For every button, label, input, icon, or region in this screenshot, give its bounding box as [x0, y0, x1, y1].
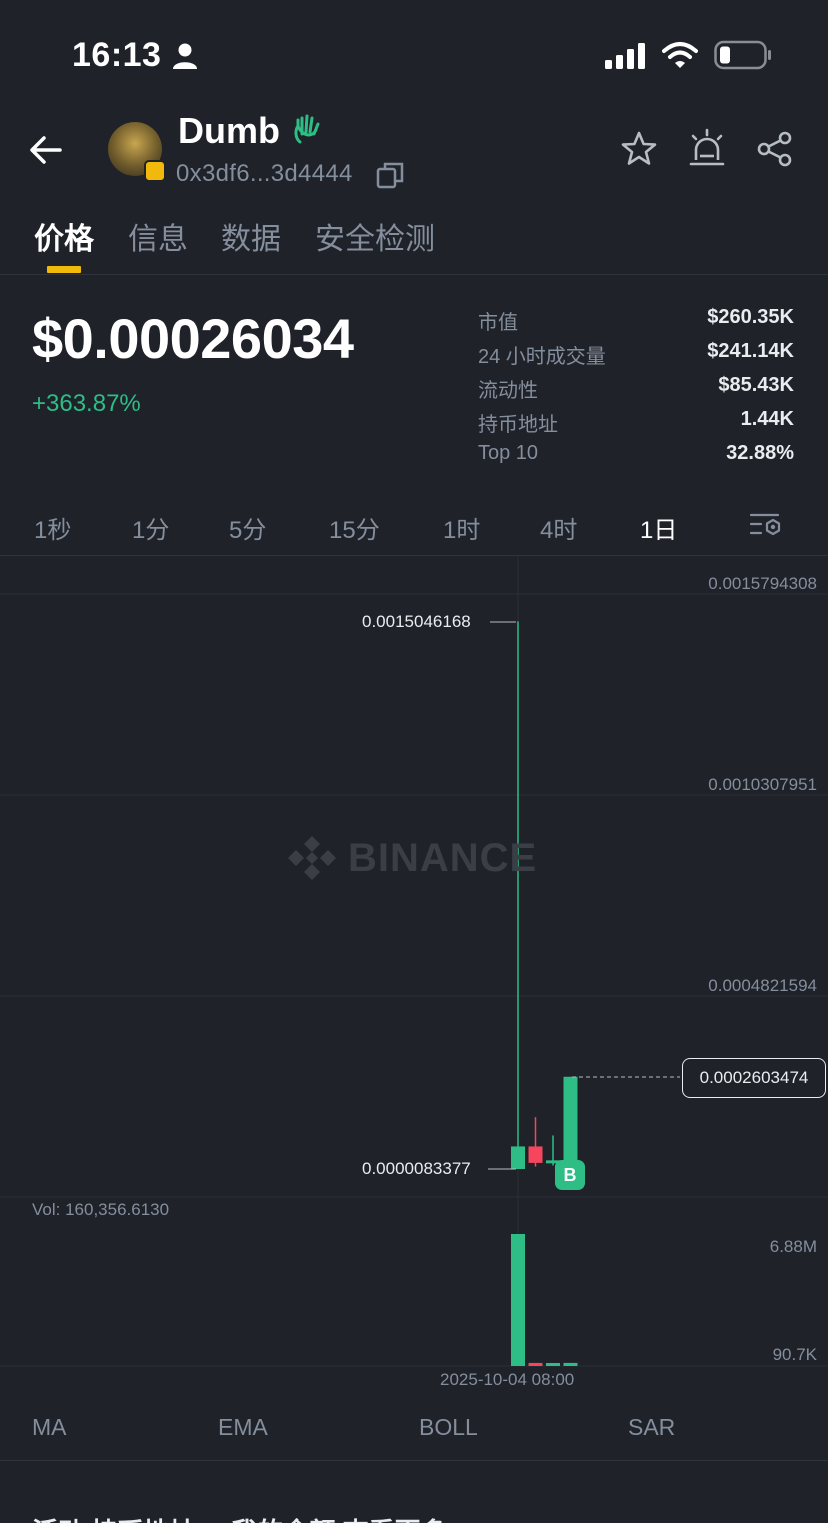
interval-1h[interactable]: 1时 — [443, 510, 480, 545]
x-axis-date: 2025-10-04 08:00 — [440, 1370, 575, 1389]
active-tab-indicator — [47, 266, 81, 273]
volume-label: Vol: 160,356.6130 — [32, 1200, 170, 1219]
candle-body[interactable] — [563, 1076, 578, 1161]
candles-layer — [511, 621, 578, 1169]
chain-badge-icon — [144, 160, 166, 182]
y-tick-1: 0.0015794308 — [708, 574, 817, 593]
stat-label-holders: 持币地址 — [478, 414, 558, 436]
signal-icon — [605, 43, 645, 69]
stat-label-top10: Top 10 — [478, 442, 539, 464]
binance-logo-icon — [288, 836, 336, 880]
volume-bar — [546, 1363, 560, 1366]
volume-bar — [511, 1234, 525, 1366]
copy-icon[interactable] — [376, 161, 404, 189]
annotation-lines — [488, 621, 680, 1170]
chart-settings-icon[interactable] — [748, 510, 784, 540]
wifi-icon — [662, 42, 698, 68]
tab-divider — [0, 274, 828, 275]
low-price-label: 0.0000083377 — [362, 1159, 471, 1178]
volume-tick-low: 90.7K — [772, 1345, 817, 1364]
interval-1s[interactable]: 1秒 — [34, 510, 71, 545]
stat-value-liquidity: $85.43K — [718, 374, 794, 396]
buy-marker-pointer — [564, 1152, 576, 1160]
candle-body[interactable] — [528, 1146, 543, 1163]
tab-price[interactable]: 价格 — [34, 214, 94, 258]
y-tick-3: 0.0004821594 — [708, 976, 817, 995]
token-name: Dumb — [178, 110, 280, 151]
indicator-ema[interactable]: EMA — [218, 1414, 268, 1441]
indicator-boll[interactable]: BOLL — [419, 1414, 478, 1441]
candle-body[interactable] — [511, 1146, 525, 1169]
price-change-percent: +363.87% — [32, 390, 141, 417]
interval-15m[interactable]: 15分 — [329, 510, 380, 545]
stat-label-24h-volume: 24 小时成交量 — [478, 346, 606, 368]
tab-data[interactable]: 数据 — [221, 214, 281, 258]
interval-5m[interactable]: 5分 — [229, 510, 266, 545]
y-tick-2: 0.0010307951 — [708, 775, 817, 794]
volume-bar — [528, 1362, 543, 1366]
volume-tick-high: 6.88M — [769, 1237, 817, 1256]
stat-label-liquidity: 流动性 — [478, 380, 538, 402]
candlestick-chart[interactable] — [0, 556, 828, 1368]
favorite-star-icon[interactable] — [620, 130, 658, 168]
binance-watermark: BINANCE — [286, 832, 537, 884]
stat-value-holders: 1.44K — [740, 408, 794, 430]
stat-value-top10: 32.88% — [726, 442, 794, 464]
token-address: 0x3df6...3d4444 — [176, 160, 353, 187]
stat-value-24h-volume: $241.14K — [707, 340, 794, 362]
bottom-section-peek: 活动 持币地址 ... 我的余额 查看更多 — [32, 1512, 447, 1523]
stat-value-market-cap: $260.35K — [707, 306, 794, 328]
person-icon — [173, 43, 197, 69]
interval-4h[interactable]: 4时 — [540, 510, 577, 545]
indicator-sar[interactable]: SAR — [628, 1414, 675, 1441]
current-price-tag: 0.0002603474 — [682, 1058, 826, 1098]
bottom-divider — [0, 1460, 828, 1461]
volume-bar — [563, 1362, 578, 1366]
battery-icon — [714, 40, 771, 70]
grid-lines — [0, 556, 828, 1367]
hand-wave-icon — [294, 114, 320, 144]
interval-1d[interactable]: 1日 — [640, 510, 677, 545]
watermark-text: BINANCE — [348, 835, 538, 880]
tab-security-check[interactable]: 安全检测 — [315, 214, 435, 258]
share-icon[interactable] — [756, 130, 794, 168]
indicator-ma[interactable]: MA — [32, 1414, 67, 1441]
interval-1m[interactable]: 1分 — [132, 510, 169, 545]
back-arrow-icon[interactable] — [26, 130, 66, 170]
tab-info[interactable]: 信息 — [128, 214, 188, 258]
buy-marker[interactable]: B — [555, 1160, 585, 1190]
high-price-label: 0.0015046168 — [362, 612, 471, 631]
price-alert-icon[interactable] — [688, 128, 726, 168]
stat-label-market-cap: 市值 — [478, 312, 518, 334]
current-price: $0.00026034 — [32, 307, 354, 370]
status-time: 16:13 — [72, 36, 162, 74]
volume-layer — [511, 1234, 578, 1366]
